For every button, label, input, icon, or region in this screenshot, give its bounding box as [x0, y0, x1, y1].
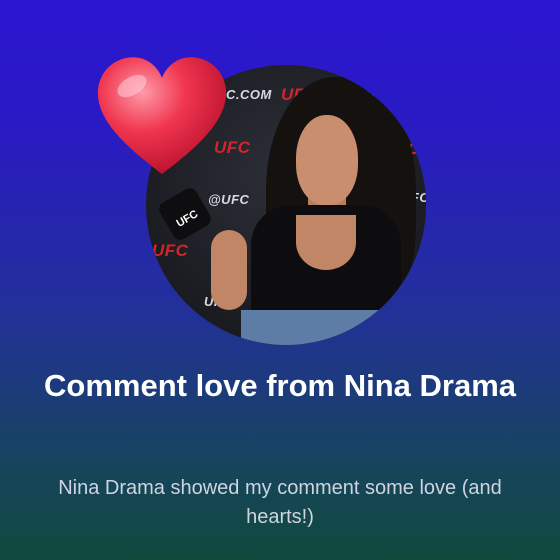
card-subtitle: Nina Drama showed my comment some love (…: [58, 477, 502, 528]
backdrop-text: @UFC: [208, 192, 250, 207]
backdrop-text: C.COM: [226, 87, 272, 102]
avatar-jeans: [241, 310, 391, 345]
avatar-chest: [296, 215, 356, 270]
avatar-face: [296, 115, 358, 205]
avatar-arm: [211, 230, 247, 310]
heart-icon: [97, 57, 227, 174]
card-title: Comment love from Nina Drama: [44, 368, 516, 403]
backdrop-text: UFC: [152, 241, 189, 260]
